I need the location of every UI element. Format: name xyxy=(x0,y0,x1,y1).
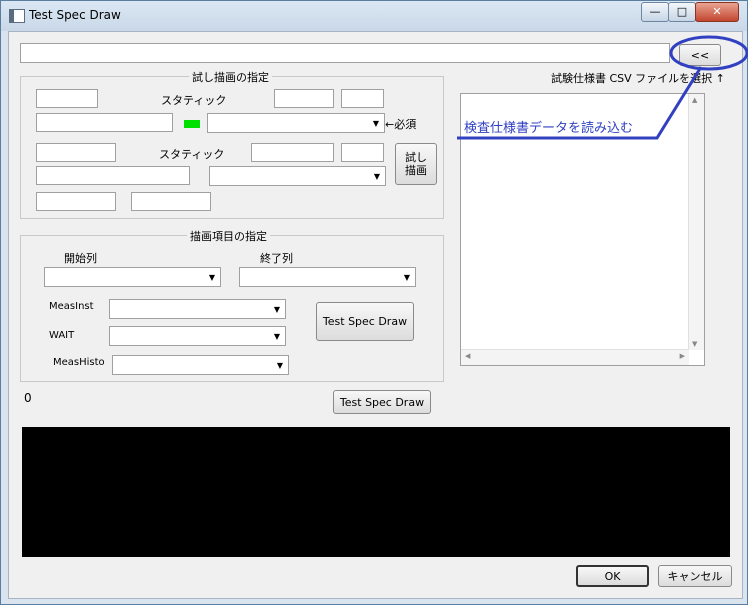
annotation-ellipse xyxy=(669,35,748,71)
app-window: Test Spec Draw — □ ✕ << 試し描画の指定 スタティック ▼… xyxy=(0,0,748,605)
annotation-overlay xyxy=(457,35,748,140)
annotation-text: 検査仕様書データを読み込む xyxy=(464,121,634,136)
